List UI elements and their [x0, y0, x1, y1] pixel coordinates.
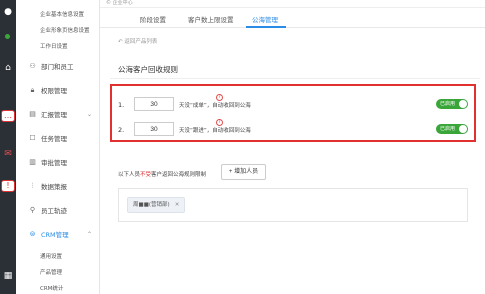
tab-stage-settings[interactable]: 阶段设置: [140, 14, 166, 24]
rule-text: 天没“跟进”，自动收回到公海: [179, 128, 251, 134]
window-title: © 企业中心: [100, 0, 485, 8]
toggle-knob: [459, 125, 467, 133]
add-person-button[interactable]: + 增加人员: [221, 164, 266, 180]
lock-icon: 🔒︎: [30, 85, 35, 94]
help-icon[interactable]: ?: [216, 94, 223, 101]
people-box: 周■■(营销部) ✕: [118, 188, 468, 222]
sidebar-subitem[interactable]: CRM统计: [40, 284, 63, 292]
sidebar-subitem[interactable]: 产品管理: [40, 268, 62, 276]
task-icon: ☐: [29, 134, 36, 142]
track-icon: ⚲: [29, 206, 36, 214]
rules-box: 1. 天没“成单”，自动收回到公海 ? 已启用 2. 天没“跟进”，自动收回到公…: [110, 84, 476, 142]
message-badge-icon[interactable]: …: [1, 110, 15, 122]
chevron-down-icon: ⌄: [86, 110, 92, 118]
report-icon: ▤: [29, 110, 36, 118]
sidebar-item-reports[interactable]: ▤ 汇报管理 ⌄: [16, 106, 100, 122]
whitelist-label-prefix: 以下人员: [118, 172, 141, 178]
sidebar-item-label: 汇报管理: [41, 111, 67, 119]
toggle-label: 已启用: [440, 101, 456, 107]
tab-active-indicator: [246, 26, 286, 28]
sidebar-subitem[interactable]: 企业基本信息设置: [40, 10, 84, 18]
tab-bar: 阶段设置 客户数上限设置 公海管理: [100, 10, 485, 28]
tab-public-pool[interactable]: 公海管理: [252, 14, 278, 24]
data-icon: ⫶: [31, 181, 34, 190]
close-icon[interactable]: ✕: [175, 202, 180, 208]
back-link-label: 返回产品列表: [124, 39, 158, 45]
user-avatar-icon[interactable]: ●: [2, 6, 14, 18]
sidebar-item-approval[interactable]: ▥ 审批管理: [16, 154, 100, 170]
rule-number: 2.: [118, 126, 125, 134]
sidebar: 企业基本信息设置 企业形象页信息设置 工作日设置 ⚇ 部门和员工 🔒︎ 权限管理…: [16, 0, 100, 294]
rule-row: 1. 天没“成单”，自动收回到公海 ? 已启用: [112, 94, 474, 114]
sidebar-item-label: 数据策报: [41, 183, 67, 191]
toggle-knob: [459, 100, 467, 108]
sidebar-item-data[interactable]: ⫶ 数据策报: [16, 178, 100, 194]
back-link[interactable]: ↶ 返回产品列表: [118, 37, 157, 45]
toggle-label: 已启用: [440, 126, 456, 132]
sidebar-item-tasks[interactable]: ☐ 任务管理: [16, 130, 100, 146]
sidebar-item-permissions[interactable]: 🔒︎ 权限管理: [16, 82, 100, 98]
rule-toggle[interactable]: 已启用: [436, 99, 468, 109]
sidebar-item-label: 部门和员工: [41, 63, 74, 71]
rule-toggle[interactable]: 已启用: [436, 124, 468, 134]
section-title: 公海客户回收规则: [118, 65, 178, 74]
divider: [110, 78, 480, 79]
person-tag: 周■■(营销部) ✕: [127, 197, 186, 213]
approval-icon: ▥: [29, 158, 36, 166]
whitelist-label-suffix: 客户返回公海规则限制: [151, 172, 207, 178]
rule-days-input[interactable]: [134, 122, 174, 136]
sidebar-item-crm[interactable]: ⊜ CRM管理 ⌃: [16, 226, 100, 242]
sidebar-subitem[interactable]: 企业形象页信息设置: [40, 26, 90, 34]
sidebar-subitem[interactable]: 通用设置: [40, 252, 62, 260]
sidebar-subitem[interactable]: 工作日设置: [40, 42, 68, 50]
home-icon[interactable]: ⌂: [2, 62, 14, 74]
online-status-icon: [5, 34, 10, 39]
crm-icon: ⊜: [29, 230, 36, 238]
sidebar-item-label: 员工轨迹: [41, 207, 67, 215]
person-name: 周■■(营销部): [133, 202, 170, 208]
rule-days-input[interactable]: [134, 97, 174, 111]
notice-badge-icon[interactable]: !: [1, 180, 15, 192]
rule-row: 2. 天没“跟进”，自动收回到公海 ? 已启用: [112, 119, 474, 139]
sidebar-item-departments[interactable]: ⚇ 部门和员工: [16, 58, 100, 74]
sidebar-item-label: 任务管理: [41, 135, 67, 143]
help-icon[interactable]: ?: [216, 119, 223, 126]
sidebar-item-label: 审批管理: [41, 159, 67, 167]
sidebar-item-label: CRM管理: [41, 231, 69, 239]
grid-icon[interactable]: ▦: [2, 270, 14, 282]
mail-icon[interactable]: ✉: [2, 148, 14, 160]
chevron-up-icon: ⌃: [86, 230, 92, 238]
whitelist-label-emphasis: 不受: [140, 172, 152, 178]
rule-number: 1.: [118, 101, 125, 109]
org-icon: ⚇: [29, 62, 36, 70]
left-rail: ● ⌂ … ✉ ! ▦: [0, 0, 16, 294]
whitelist-label: 以下人员不受客户返回公海规则限制: [118, 170, 206, 178]
main-content: © 企业中心 阶段设置 客户数上限设置 公海管理 ↶ 返回产品列表 公海客户回收…: [100, 0, 485, 294]
sidebar-item-track[interactable]: ⚲ 员工轨迹: [16, 202, 100, 218]
rule-text: 天没“成单”，自动收回到公海: [179, 103, 251, 109]
sidebar-item-label: 权限管理: [41, 87, 67, 95]
tab-customer-limit[interactable]: 客户数上限设置: [188, 14, 234, 24]
